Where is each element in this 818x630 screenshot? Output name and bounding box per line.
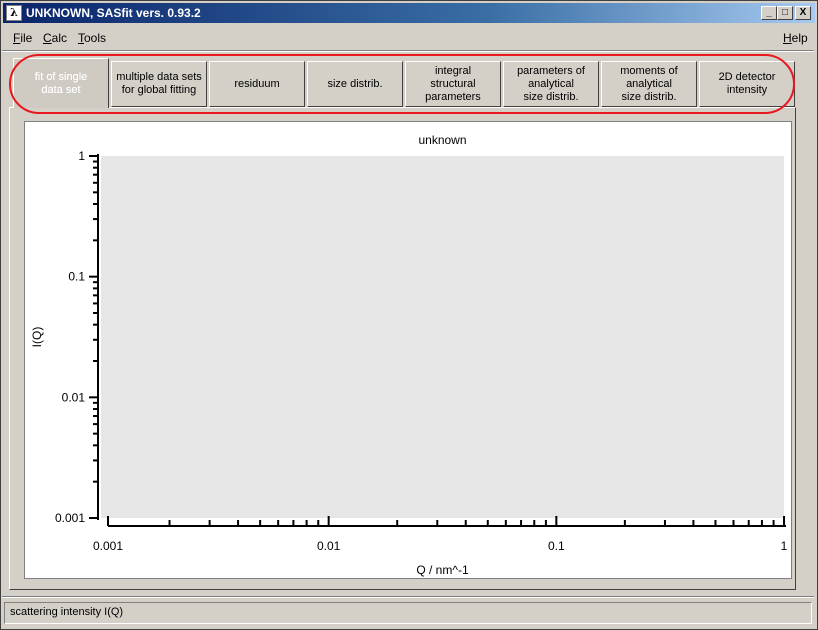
plot-svg: unknown 1 0.1 0.01 0.001 0.001 0.01 0.1 1 Q / nm^… [30, 133, 788, 577]
y-tick-label: 0.001 [55, 511, 85, 525]
tab-2d-detector-intensity[interactable]: 2D detector intensity [699, 61, 795, 107]
chart-title: unknown [418, 133, 466, 147]
status-text: scattering intensity I(Q) [10, 606, 124, 618]
y-tick-label: 0.1 [68, 270, 85, 284]
menu-help[interactable]: Help [783, 31, 808, 45]
status-separator [2, 596, 814, 598]
menu-calc-mnemonic: C [43, 31, 52, 45]
menu-help-label: elp [791, 31, 808, 45]
menu-tools[interactable]: Tools [78, 31, 106, 45]
x-tick-label: 0.1 [548, 539, 565, 553]
tab-moments-analytical-size-distrib[interactable]: moments of analytical size distrib. [601, 61, 697, 107]
y-tick-label: 0.01 [62, 390, 86, 404]
x-tick-label: 0.001 [93, 539, 123, 553]
x-axis-label: Q / nm^-1 [416, 563, 469, 577]
maximize-button[interactable]: □ [777, 6, 793, 20]
tab-size-distrib[interactable]: size distrib. [307, 61, 403, 107]
tab-integral-structural-parameters[interactable]: integral structural parameters [405, 61, 501, 107]
tab-residuum[interactable]: residuum [209, 61, 305, 107]
close-button[interactable]: X [795, 6, 811, 20]
status-bar [4, 602, 812, 624]
x-tick-label: 1 [781, 539, 788, 553]
tab-fit-single-data-set[interactable]: fit of single data set [13, 58, 109, 108]
minimize-button[interactable]: _ [761, 6, 777, 20]
x-tick-label: 0.01 [317, 539, 341, 553]
tab-multiple-data-sets[interactable]: multiple data sets for global fitting [111, 61, 207, 107]
y-tick-label: 1 [78, 149, 85, 163]
tab-parameters-analytical-size-distrib[interactable]: parameters of analytical size distrib. [503, 61, 599, 107]
plot-area [101, 156, 784, 518]
y-axis-label: I(Q) [30, 327, 44, 348]
title-bar[interactable]: λ UNKNOWN, SASfit vers. 0.93.2 _ □ X [3, 3, 815, 23]
menu-file-label: ile [20, 31, 33, 45]
menu-calc[interactable]: Calc [43, 31, 67, 45]
menu-separator [2, 50, 814, 52]
plot-canvas[interactable]: unknown 1 0.1 0.01 0.001 0.001 0.01 0.1 1 Q / nm^… [24, 121, 792, 579]
window-title: UNKNOWN, SASfit vers. 0.93.2 [26, 6, 201, 20]
menu-calc-label: alc [51, 31, 68, 45]
menu-tools-label: ools [84, 31, 107, 45]
menu-file[interactable]: File [13, 31, 32, 45]
menu-help-mnemonic: H [783, 31, 792, 45]
app-icon[interactable]: λ [6, 5, 22, 21]
menu-bar: File Calc Tools Help [2, 26, 814, 48]
